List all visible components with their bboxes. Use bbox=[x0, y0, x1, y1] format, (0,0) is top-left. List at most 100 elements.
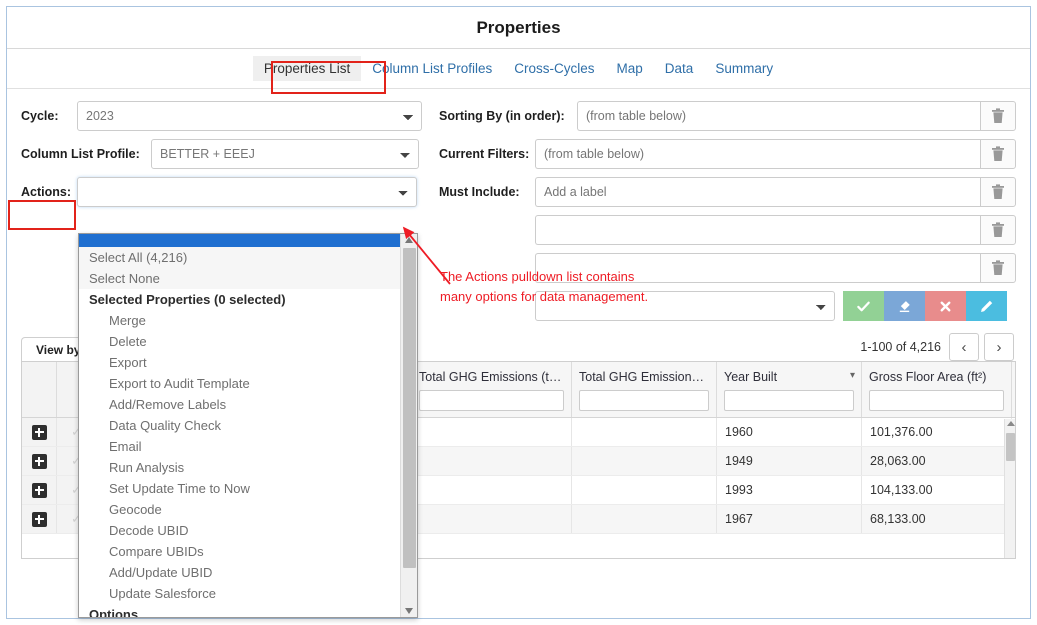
dropdown-item-email[interactable]: Email bbox=[79, 436, 400, 457]
grid-vertical-scrollbar[interactable] bbox=[1004, 419, 1015, 558]
pencil-icon bbox=[981, 300, 993, 312]
expand-cell[interactable] bbox=[22, 447, 57, 475]
tab-summary[interactable]: Summary bbox=[704, 56, 784, 81]
current-filters-clear-button[interactable] bbox=[980, 139, 1016, 169]
tab-map[interactable]: Map bbox=[606, 56, 654, 81]
dropdown-scroll-thumb[interactable] bbox=[403, 248, 416, 568]
dropdown-item-geocode[interactable]: Geocode bbox=[79, 499, 400, 520]
dropdown-item-add-update-ubid[interactable]: Add/Update UBID bbox=[79, 562, 400, 583]
dropdown-item-merge[interactable]: Merge bbox=[79, 310, 400, 331]
dropdown-item-select-all[interactable]: Select All (4,216) bbox=[79, 247, 400, 268]
expand-icon bbox=[31, 453, 47, 469]
scroll-up-icon[interactable] bbox=[405, 237, 413, 243]
dropdown-item-update-salesforce[interactable]: Update Salesforce bbox=[79, 583, 400, 604]
cycle-label: Cycle: bbox=[21, 109, 59, 123]
next-page-button[interactable]: › bbox=[984, 333, 1014, 361]
dropdown-item-run-analysis[interactable]: Run Analysis bbox=[79, 457, 400, 478]
scroll-down-icon[interactable] bbox=[405, 608, 413, 614]
actions-group: Actions: bbox=[21, 177, 425, 207]
must-include-clear-button[interactable] bbox=[980, 177, 1016, 207]
cell-total-ghg-emissions-intensity bbox=[572, 505, 717, 533]
chevron-down-icon[interactable]: ▾ bbox=[850, 370, 855, 381]
dropdown-item-export[interactable]: Export bbox=[79, 352, 400, 373]
dropdown-item-export-to-audit-template[interactable]: Export to Audit Template bbox=[79, 373, 400, 394]
trash-icon bbox=[992, 184, 1004, 199]
extra-1-input[interactable] bbox=[535, 215, 980, 245]
expand-icon bbox=[31, 424, 47, 440]
tab-column-list-profiles[interactable]: Column List Profiles bbox=[361, 56, 503, 81]
extra-2-group bbox=[425, 253, 1016, 283]
cell-total-ghg-emissions-intensity bbox=[572, 476, 717, 504]
dropdown-item-delete[interactable]: Delete bbox=[79, 331, 400, 352]
actions-dropdown-items: Select All (4,216) Select None Selected … bbox=[79, 234, 400, 617]
cell-gross-floor-area: 101,376.00 bbox=[862, 418, 1012, 446]
prev-page-button[interactable]: ‹ bbox=[949, 333, 979, 361]
expand-cell[interactable] bbox=[22, 505, 57, 533]
extra-2-input[interactable] bbox=[535, 253, 980, 283]
expand-cell[interactable] bbox=[22, 418, 57, 446]
col-gfa-title: Gross Floor Area (ft²) bbox=[869, 370, 987, 384]
col-ghg-title: Total GHG Emissions (t… bbox=[419, 370, 562, 384]
sorting-input[interactable] bbox=[577, 101, 980, 131]
cycle-group: Cycle: 2023 bbox=[21, 101, 425, 131]
sorting-group: Sorting By (in order): bbox=[425, 101, 1016, 131]
extra-1-clear-button[interactable] bbox=[980, 215, 1016, 245]
main-tab-bar: Properties List Column List Profiles Cro… bbox=[7, 49, 1030, 89]
dropdown-item-decode-ubid[interactable]: Decode UBID bbox=[79, 520, 400, 541]
actions-dropdown-list[interactable]: Select All (4,216) Select None Selected … bbox=[78, 233, 418, 618]
cell-total-ghg-emissions-intensity bbox=[572, 418, 717, 446]
dropdown-item-compare-ubids[interactable]: Compare UBIDs bbox=[79, 541, 400, 562]
form-row-actions: Actions: Must Include: bbox=[21, 177, 1016, 207]
grid-header-total-ghg-emissions[interactable]: Total GHG Emissions (t… bbox=[412, 362, 572, 417]
expand-cell[interactable] bbox=[22, 476, 57, 504]
tab-cross-cycles[interactable]: Cross-Cycles bbox=[503, 56, 605, 81]
trash-icon bbox=[992, 222, 1004, 237]
properties-page: Properties Properties List Column List P… bbox=[0, 0, 1037, 625]
cycle-select[interactable]: 2023 bbox=[77, 101, 422, 131]
pagination: 1-100 of 4,216 ‹ › bbox=[860, 333, 1030, 361]
dropdown-item-selected-blank[interactable] bbox=[79, 234, 400, 247]
clear-button[interactable] bbox=[884, 291, 925, 321]
bottom-select[interactable] bbox=[535, 291, 835, 321]
dropdown-item-select-none[interactable]: Select None bbox=[79, 268, 400, 289]
scroll-up-icon[interactable] bbox=[1007, 421, 1015, 426]
grid-header-year-built[interactable]: Year Built ▾ bbox=[717, 362, 862, 417]
apply-button[interactable] bbox=[843, 291, 884, 321]
current-filters-input[interactable] bbox=[535, 139, 980, 169]
grid-header-total-ghg-emissions-intensity[interactable]: Total GHG Emissions In… bbox=[572, 362, 717, 417]
sorting-clear-button[interactable] bbox=[980, 101, 1016, 131]
dropdown-item-add-remove-labels[interactable]: Add/Remove Labels bbox=[79, 394, 400, 415]
cell-total-ghg-emissions bbox=[412, 447, 572, 475]
col-ghg-filter[interactable] bbox=[419, 390, 564, 411]
must-include-input[interactable] bbox=[535, 177, 980, 207]
cell-year-built: 1993 bbox=[717, 476, 862, 504]
cell-total-ghg-emissions bbox=[412, 476, 572, 504]
col-ghgi-filter[interactable] bbox=[579, 390, 709, 411]
actions-select[interactable] bbox=[77, 177, 417, 207]
edit-button[interactable] bbox=[966, 291, 1007, 321]
cell-year-built: 1960 bbox=[717, 418, 862, 446]
trash-icon bbox=[992, 146, 1004, 161]
extra-2-clear-button[interactable] bbox=[980, 253, 1016, 283]
dropdown-scrollbar[interactable] bbox=[400, 234, 417, 617]
column-list-profile-group: Column List Profile: BETTER + EEEJ bbox=[21, 139, 425, 169]
cell-gross-floor-area: 68,133.00 bbox=[862, 505, 1012, 533]
tab-data[interactable]: Data bbox=[654, 56, 705, 81]
scroll-thumb[interactable] bbox=[1006, 433, 1015, 461]
cell-total-ghg-emissions bbox=[412, 418, 572, 446]
dropdown-item-set-update-time-to-now[interactable]: Set Update Time to Now bbox=[79, 478, 400, 499]
trash-icon bbox=[992, 108, 1004, 123]
dropdown-item-data-quality-check[interactable]: Data Quality Check bbox=[79, 415, 400, 436]
col-gfa-filter[interactable] bbox=[869, 390, 1004, 411]
grid-header-gross-floor-area[interactable]: Gross Floor Area (ft²) bbox=[862, 362, 1012, 417]
cancel-button[interactable] bbox=[925, 291, 966, 321]
tab-properties-list[interactable]: Properties List bbox=[252, 56, 362, 81]
trash-icon bbox=[992, 260, 1004, 275]
page-title: Properties bbox=[476, 17, 561, 37]
must-include-input-wrap bbox=[535, 177, 1016, 207]
sorting-label: Sorting By (in order): bbox=[439, 109, 565, 123]
must-include-label: Must Include: bbox=[439, 185, 520, 199]
grid-header-menu[interactable] bbox=[1012, 362, 1015, 417]
column-list-profile-select[interactable]: BETTER + EEEJ bbox=[151, 139, 419, 169]
col-year-filter[interactable] bbox=[724, 390, 854, 411]
